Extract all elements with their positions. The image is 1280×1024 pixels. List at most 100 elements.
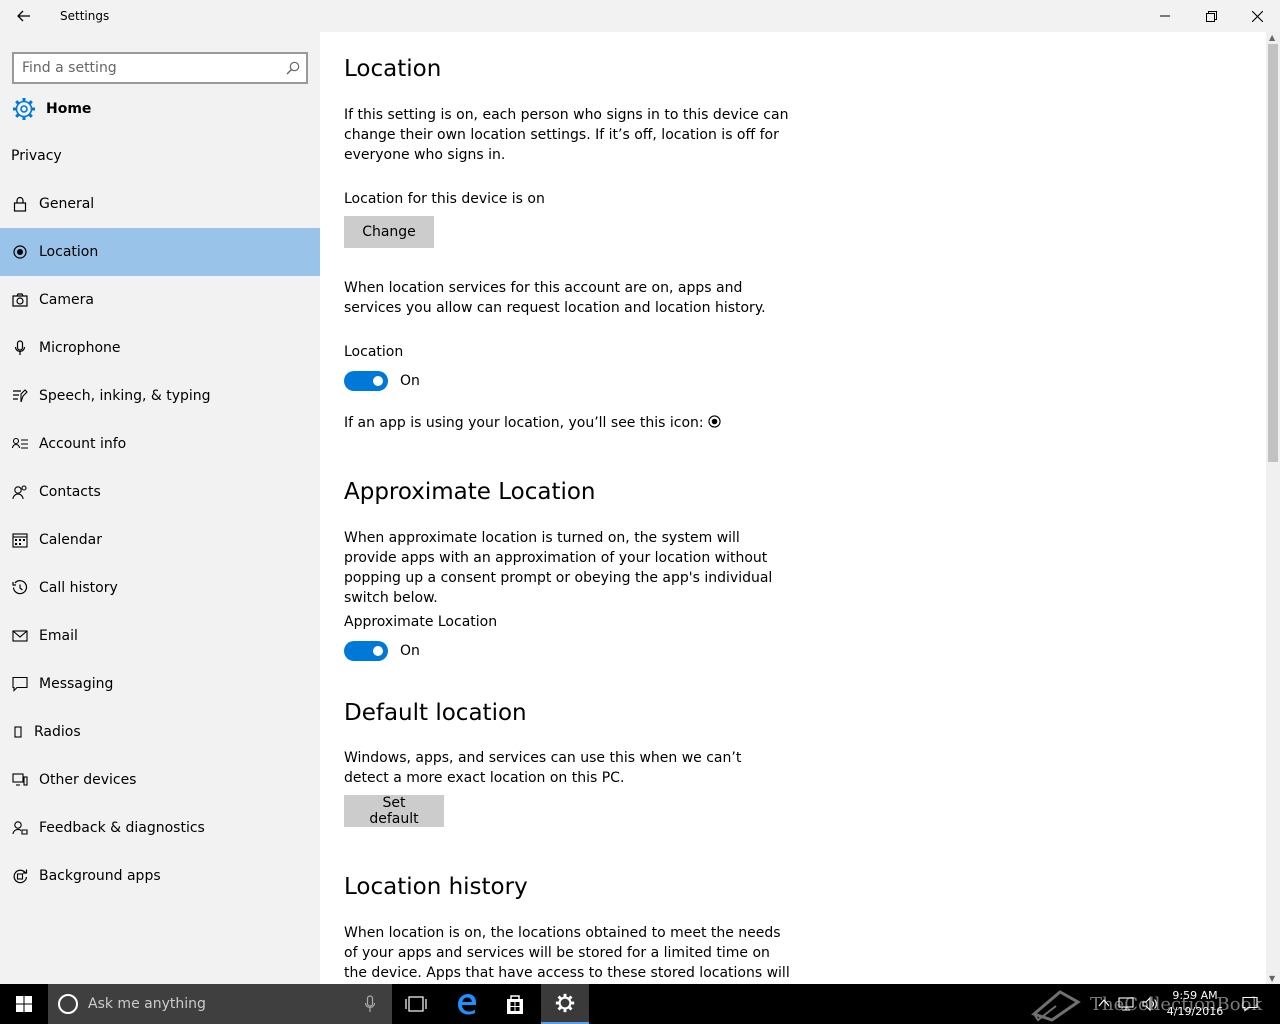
approximate-toggle-row: On (344, 641, 420, 661)
camera-icon (12, 293, 28, 307)
sidebar-item-account-info[interactable]: Account info (0, 420, 320, 468)
store-button[interactable] (491, 984, 539, 1024)
sidebar-item-label: Location (39, 244, 99, 260)
location-history-desc: When location is on, the locations obtai… (344, 925, 790, 981)
messaging-icon (12, 676, 28, 692)
edge-icon (458, 994, 476, 1015)
approximate-location-heading: Approximate Location (344, 479, 596, 505)
default-location-desc: Windows, apps, and services can use this… (344, 750, 742, 786)
sidebar-item-label: Radios (34, 724, 81, 740)
clock-time: 9:59 AM (1172, 989, 1218, 1002)
approximate-toggle-state: On (400, 643, 420, 659)
close-button[interactable] (1234, 0, 1280, 32)
microphone-icon (14, 340, 26, 355)
sidebar-item-feedback[interactable]: Feedback & diagnostics (0, 804, 320, 852)
sidebar-item-label: General (39, 196, 95, 212)
window-title: Settings (60, 9, 110, 23)
sidebar-item-label: Account info (39, 436, 127, 452)
sidebar-item-email[interactable]: Email (0, 612, 320, 660)
cortana-search-text: Ask me anything (88, 996, 206, 1012)
scroll-down-icon[interactable]: ▼ (1269, 974, 1275, 983)
approximate-toggle-label: Approximate Location (344, 614, 498, 630)
taskbar: Ask me anything TheCollectionBook 9:59 A… (0, 984, 1280, 1024)
location-toggle-row: On (344, 371, 420, 391)
microphone-icon[interactable] (364, 995, 376, 1013)
sidebar-item-microphone[interactable]: Microphone (0, 324, 320, 372)
main-content: Location If this setting is on, each per… (320, 32, 1266, 984)
store-icon (507, 995, 523, 1014)
scrollbar-thumb[interactable] (1268, 44, 1278, 462)
restore-button[interactable] (1188, 0, 1234, 32)
minimize-button[interactable] (1142, 0, 1188, 32)
sidebar-item-radios[interactable]: Radios (0, 708, 320, 756)
home-link[interactable]: Home (12, 96, 91, 122)
sidebar-item-general[interactable]: General (0, 180, 320, 228)
network-icon[interactable] (1118, 996, 1134, 1012)
search-icon[interactable] (286, 61, 300, 75)
sidebar-item-label: Feedback & diagnostics (39, 820, 205, 836)
contacts-icon (12, 485, 27, 499)
sidebar-item-speech[interactable]: Speech, inking, & typing (0, 372, 320, 420)
title-bar: Settings (0, 0, 1280, 32)
sidebar-item-label: Camera (39, 292, 94, 308)
speech-icon (13, 389, 28, 403)
sidebar-item-other-devices[interactable]: Other devices (0, 756, 320, 804)
sidebar-nav: General Location Camera Microphone Speec… (0, 180, 320, 900)
settings-taskbar-button[interactable] (541, 984, 589, 1024)
start-button[interactable] (0, 984, 48, 1024)
lock-icon (13, 196, 27, 212)
search-box[interactable] (12, 52, 308, 84)
volume-icon[interactable] (1142, 996, 1158, 1012)
vertical-scrollbar[interactable]: ▲ ▼ (1266, 32, 1280, 984)
sidebar-item-contacts[interactable]: Contacts (0, 468, 320, 516)
sidebar-item-messaging[interactable]: Messaging (0, 660, 320, 708)
edge-button[interactable] (443, 984, 491, 1024)
sidebar-item-label: Background apps (39, 868, 161, 884)
location-heading: Location (344, 56, 442, 82)
task-view-button[interactable] (392, 984, 440, 1024)
search-input[interactable] (22, 59, 272, 77)
sidebar-item-call-history[interactable]: Call history (0, 564, 320, 612)
clock-date: 4/19/2016 (1166, 1005, 1224, 1018)
location-icon (13, 245, 27, 259)
call-history-icon (12, 580, 28, 595)
sidebar-item-label: Other devices (39, 772, 137, 788)
action-center-icon[interactable] (1242, 996, 1258, 1012)
sidebar-item-label: Contacts (39, 484, 101, 500)
sidebar-item-label: Email (39, 628, 78, 644)
sidebar-item-label: Messaging (39, 676, 114, 692)
other-devices-icon (12, 773, 28, 786)
cortana-icon (58, 994, 78, 1014)
gear-icon (13, 98, 35, 120)
change-button[interactable]: Change (344, 216, 434, 248)
location-icon-note: If an app is using your location, you’ll… (344, 415, 704, 431)
chevron-up-icon[interactable] (1098, 996, 1110, 1010)
location-toggle-label: Location (344, 344, 404, 360)
back-arrow-icon (17, 10, 30, 22)
gear-icon (555, 993, 575, 1013)
sidebar-item-calendar[interactable]: Calendar (0, 516, 320, 564)
location-toggle[interactable] (344, 371, 388, 391)
cortana-search-box[interactable]: Ask me anything (48, 984, 392, 1024)
email-icon (12, 630, 28, 642)
back-button[interactable] (8, 0, 40, 32)
sidebar-item-camera[interactable]: Camera (0, 276, 320, 324)
sidebar-item-label: Microphone (39, 340, 121, 356)
set-default-button[interactable]: Set default (344, 795, 444, 827)
calendar-icon (12, 533, 28, 548)
location-history-heading: Location history (344, 874, 528, 900)
approximate-location-toggle[interactable] (344, 641, 388, 661)
sidebar-item-label: Call history (39, 580, 118, 596)
clock[interactable]: 9:59 AM 4/19/2016 (1160, 988, 1230, 1020)
feedback-icon (12, 821, 28, 835)
close-icon (1251, 10, 1263, 22)
sidebar-item-label: Speech, inking, & typing (39, 388, 211, 404)
device-location-status: Location for this device is on (344, 191, 545, 207)
sidebar-item-background-apps[interactable]: Background apps (0, 852, 320, 900)
sidebar-item-label: Calendar (39, 532, 102, 548)
book-logo-icon (1030, 990, 1081, 1022)
task-view-icon (405, 996, 427, 1012)
scroll-up-icon[interactable]: ▲ (1269, 33, 1275, 42)
sidebar-item-location[interactable]: Location (0, 228, 320, 276)
sidebar: Home Privacy General Location Camera Mic… (0, 32, 320, 984)
